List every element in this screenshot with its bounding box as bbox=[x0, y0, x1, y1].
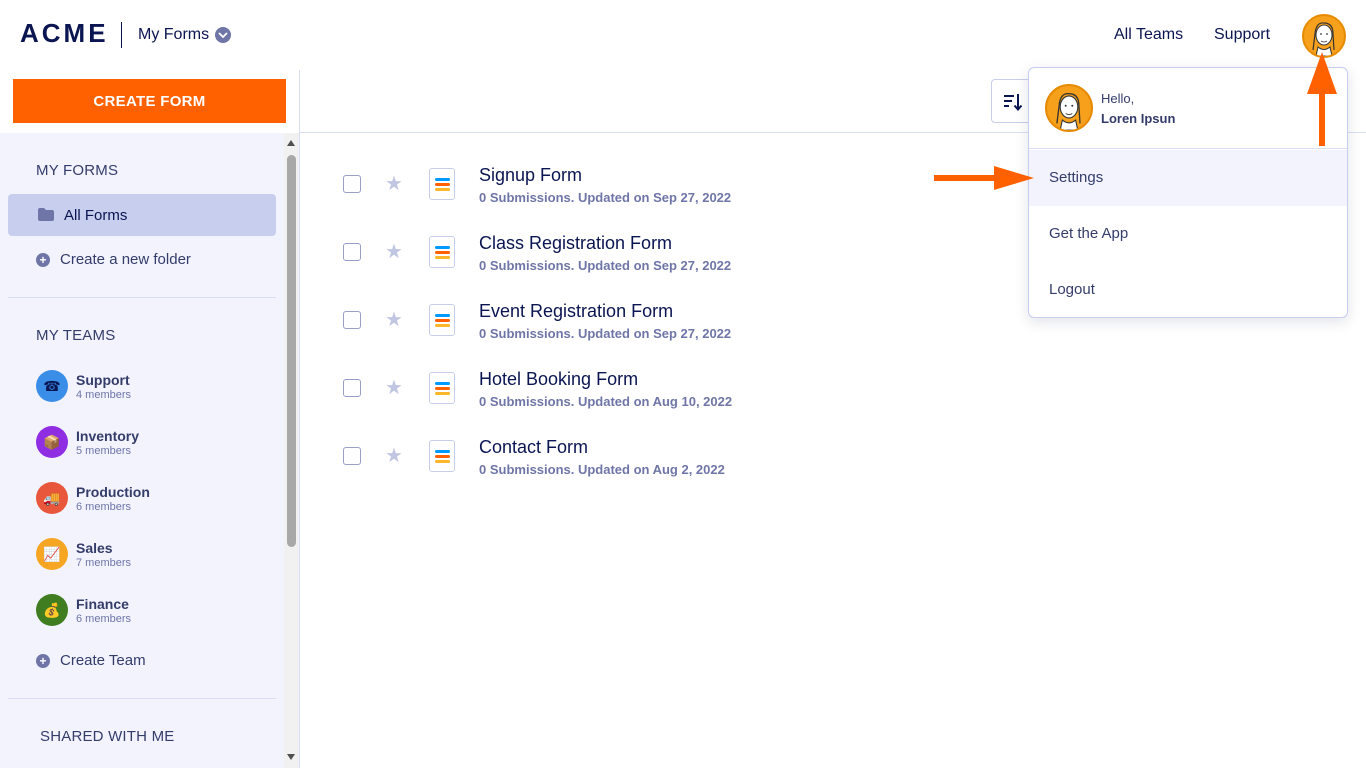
create-team-label: Create Team bbox=[60, 652, 146, 669]
greeting-text: Hello, bbox=[1101, 91, 1135, 106]
sidebar-item-label: All Forms bbox=[64, 207, 128, 224]
form-title[interactable]: Class Registration Form bbox=[479, 233, 672, 254]
menu-item-settings[interactable]: Settings bbox=[1029, 150, 1347, 206]
truck-icon: 🚚 bbox=[36, 482, 68, 514]
star-icon[interactable]: ★ bbox=[385, 443, 403, 468]
form-icon bbox=[429, 372, 455, 404]
user-name: Loren Ipsun bbox=[1101, 111, 1176, 126]
chevron-down-icon[interactable] bbox=[215, 27, 231, 43]
team-item-finance[interactable]: 💰 Finance 6 members bbox=[36, 594, 276, 628]
money-bag-icon: 💰 bbox=[36, 594, 68, 626]
form-list-item[interactable]: ★ Class Registration Form 0 Submissions.… bbox=[300, 233, 1020, 293]
form-meta: 0 Submissions. Updated on Aug 2, 2022 bbox=[479, 462, 725, 477]
nav-support[interactable]: Support bbox=[1214, 26, 1270, 44]
form-meta: 0 Submissions. Updated on Sep 27, 2022 bbox=[479, 258, 732, 273]
sidebar-divider bbox=[8, 297, 276, 298]
my-forms-heading: MY FORMS bbox=[36, 162, 119, 179]
form-checkbox[interactable] bbox=[343, 447, 361, 465]
form-meta: 0 Submissions. Updated on Sep 27, 2022 bbox=[479, 326, 732, 341]
chart-icon: 📈 bbox=[36, 538, 68, 570]
form-list-item[interactable]: ★ Event Registration Form 0 Submissions.… bbox=[300, 301, 1020, 361]
team-name: Inventory bbox=[76, 428, 140, 444]
team-member-count: 7 members bbox=[76, 557, 132, 569]
logo-divider bbox=[121, 22, 122, 48]
box-icon: 📦 bbox=[36, 426, 68, 458]
scroll-down-icon[interactable] bbox=[287, 754, 295, 760]
create-folder-link[interactable]: + Create a new folder bbox=[36, 251, 191, 268]
team-name: Finance bbox=[76, 596, 129, 612]
my-teams-heading: MY TEAMS bbox=[36, 327, 116, 344]
star-icon[interactable]: ★ bbox=[385, 171, 403, 196]
form-icon bbox=[429, 168, 455, 200]
form-list-item[interactable]: ★ Hotel Booking Form 0 Submissions. Upda… bbox=[300, 369, 1020, 429]
form-title[interactable]: Event Registration Form bbox=[479, 301, 673, 322]
app-header: ACME My Forms All Teams Support bbox=[0, 0, 1366, 70]
folder-icon bbox=[38, 208, 54, 226]
form-title[interactable]: Contact Form bbox=[479, 437, 588, 458]
team-item-sales[interactable]: 📈 Sales 7 members bbox=[36, 538, 276, 572]
team-name: Sales bbox=[76, 540, 113, 556]
team-member-count: 4 members bbox=[76, 389, 132, 401]
create-folder-label: Create a new folder bbox=[60, 251, 191, 268]
form-checkbox[interactable] bbox=[343, 311, 361, 329]
arrow-right-icon bbox=[934, 166, 1034, 195]
team-member-count: 6 members bbox=[76, 613, 132, 625]
star-icon[interactable]: ★ bbox=[385, 307, 403, 332]
team-member-count: 5 members bbox=[76, 445, 132, 457]
plus-icon: + bbox=[36, 653, 50, 668]
form-meta: 0 Submissions. Updated on Sep 27, 2022 bbox=[479, 190, 732, 205]
menu-item-get-the-app[interactable]: Get the App bbox=[1029, 206, 1347, 262]
form-title[interactable]: Signup Form bbox=[479, 165, 582, 186]
form-list-item[interactable]: ★ Signup Form 0 Submissions. Updated on … bbox=[300, 165, 1020, 225]
dropdown-header: Hello, Loren Ipsun bbox=[1029, 68, 1347, 149]
star-icon[interactable]: ★ bbox=[385, 375, 403, 400]
form-title[interactable]: Hotel Booking Form bbox=[479, 369, 638, 390]
team-item-inventory[interactable]: 📦 Inventory 5 members bbox=[36, 426, 276, 460]
sidebar-item-all-forms[interactable]: All Forms bbox=[8, 194, 276, 236]
team-name: Support bbox=[76, 372, 130, 388]
form-icon bbox=[429, 440, 455, 472]
star-icon[interactable]: ★ bbox=[385, 239, 403, 264]
scroll-up-icon[interactable] bbox=[287, 140, 295, 146]
team-item-production[interactable]: 🚚 Production 6 members bbox=[36, 482, 276, 516]
avatar bbox=[1045, 84, 1093, 132]
form-list-item[interactable]: ★ Contact Form 0 Submissions. Updated on… bbox=[300, 437, 1020, 497]
plus-icon: + bbox=[36, 252, 50, 267]
arrow-up-icon bbox=[1307, 52, 1337, 151]
user-dropdown-menu: Hello, Loren Ipsun Settings Get the App … bbox=[1028, 67, 1348, 318]
phone-icon: ☎ bbox=[36, 370, 68, 402]
team-member-count: 6 members bbox=[76, 501, 132, 513]
form-icon bbox=[429, 236, 455, 268]
form-checkbox[interactable] bbox=[343, 175, 361, 193]
team-item-support[interactable]: ☎ Support 4 members bbox=[36, 370, 276, 404]
sidebar-divider bbox=[8, 698, 276, 699]
shared-with-me-heading[interactable]: SHARED WITH ME bbox=[40, 728, 174, 745]
form-checkbox[interactable] bbox=[343, 379, 361, 397]
page-title[interactable]: My Forms bbox=[138, 26, 209, 44]
scrollbar-thumb[interactable] bbox=[287, 155, 296, 547]
menu-item-logout[interactable]: Logout bbox=[1029, 262, 1347, 318]
form-icon bbox=[429, 304, 455, 336]
create-form-button[interactable]: CREATE FORM bbox=[13, 79, 286, 123]
form-checkbox[interactable] bbox=[343, 243, 361, 261]
nav-all-teams[interactable]: All Teams bbox=[1114, 26, 1183, 44]
acme-logo[interactable]: ACME bbox=[20, 18, 109, 49]
team-name: Production bbox=[76, 484, 150, 500]
create-team-link[interactable]: + Create Team bbox=[36, 652, 146, 669]
form-meta: 0 Submissions. Updated on Aug 10, 2022 bbox=[479, 394, 733, 409]
